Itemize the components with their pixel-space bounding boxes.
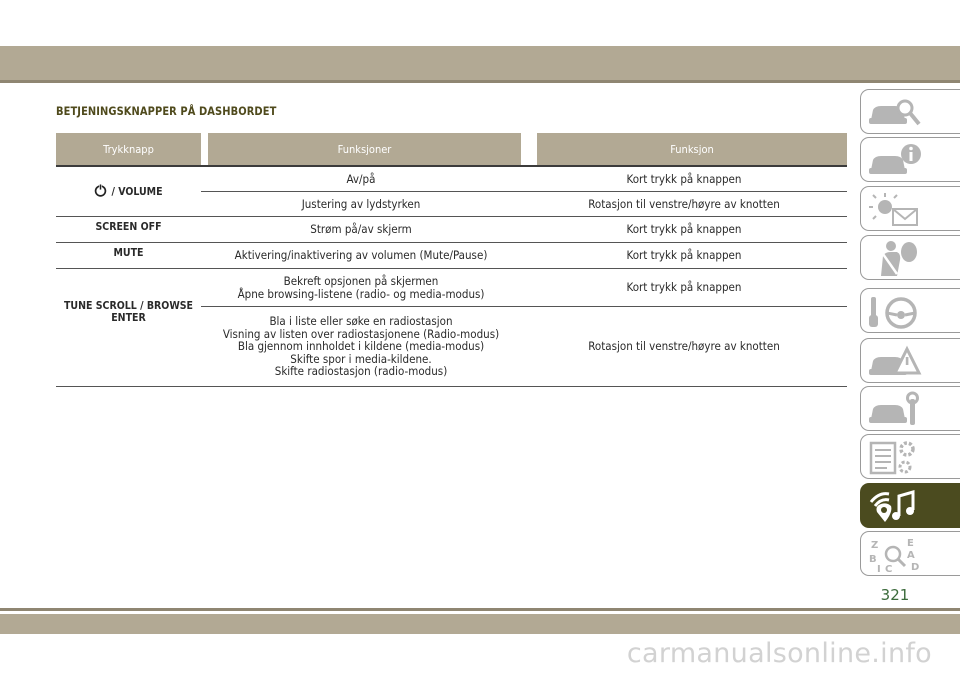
top-divider (0, 80, 960, 83)
table-row: SCREEN OFF Strøm på/av skjerm Kort trykk… (56, 216, 847, 243)
index-letter: D (911, 562, 919, 573)
volume-action-1: Kort trykk på knappen (521, 166, 847, 192)
volume-function-2: Justering av lydstyrken (201, 191, 521, 217)
sidebar-tab-service[interactable] (860, 386, 960, 431)
car-wrench-icon (869, 391, 919, 425)
mute-key: MUTE (56, 242, 201, 269)
sidebar-tab-car-search[interactable] (860, 89, 960, 134)
tune-function-2: Bla i liste eller søke en radiostasjon V… (201, 306, 521, 387)
warning-light-message-icon (869, 193, 918, 226)
tune-function-1: Bekreft opsjonen på skjermen Åpne browsi… (201, 268, 521, 307)
bottom-band (0, 614, 960, 634)
header-funksjon: Funksjon (537, 133, 847, 167)
tune-key-line1: TUNE SCROLL / BROWSE (63, 299, 194, 312)
table-row: TUNE SCROLL / BROWSE ENTER Bekreft opsjo… (56, 268, 847, 387)
tune-key-cell: TUNE SCROLL / BROWSE ENTER (56, 268, 201, 387)
car-search-icon (869, 99, 921, 126)
page-number: 321 (880, 586, 910, 604)
screen-off-key: SCREEN OFF (56, 216, 201, 243)
section-title: BETJENINGSKNAPPER PÅ DASHBORDET (56, 104, 277, 118)
seatbelt-airbag-icon (881, 241, 917, 276)
screen-off-action: Kort trykk på knappen (521, 216, 847, 243)
tune-function-2-line: Bla i liste eller søke en radiostasjon (269, 314, 453, 329)
header-trykknapp: Trykknapp (56, 133, 201, 167)
car-info-icon (869, 144, 921, 174)
index-letter: I (877, 564, 881, 574)
specifications-gear-icon (869, 441, 915, 475)
multimedia-icon (869, 490, 915, 522)
table-header-row: Trykknapp Funksjoner Funksjon (56, 133, 847, 167)
sidebar-tab-warning-lights[interactable] (860, 186, 960, 231)
bottom-divider (0, 608, 960, 611)
watermark: carmanualsonline.info (626, 638, 932, 669)
table-row: MUTE Aktivering/inaktivering av volumen … (56, 242, 847, 269)
sidebar-tab-specifications[interactable] (860, 434, 960, 479)
power-icon (95, 184, 107, 197)
controls-table: Trykknapp Funksjoner Funksjon / VOLUME A… (56, 133, 847, 387)
tune-function-1-line: Bekreft opsjonen på skjermen (283, 274, 439, 288)
volume-key-cell: / VOLUME (56, 166, 201, 217)
key-steering-wheel-icon (869, 297, 917, 329)
tune-function-2-line: Skifte radiostasjon (radio-modus) (274, 364, 448, 379)
index-letter: B (869, 554, 877, 565)
sidebar-tab-multimedia[interactable] (860, 483, 960, 528)
header-gap (201, 133, 208, 167)
mute-action: Kort trykk på knappen (521, 242, 847, 269)
screen-off-function: Strøm på/av skjerm (201, 216, 521, 243)
tune-action-1: Kort trykk på knappen (521, 268, 847, 307)
volume-key-label: / VOLUME (111, 186, 163, 198)
car-hazard-icon (869, 345, 922, 375)
top-band (0, 46, 960, 80)
sidebar-tab-emergency[interactable] (860, 338, 960, 383)
volume-function-1: Av/på (201, 166, 521, 192)
tune-function-1-line: Åpne browsing-listene (radio- og media-m… (237, 286, 485, 301)
mute-function: Aktivering/inaktivering av volumen (Mute… (201, 242, 521, 269)
index-letters-icon: Z E B A C I D (869, 538, 919, 574)
sidebar-tab-safety[interactable] (860, 235, 960, 280)
index-letter: A (907, 550, 915, 561)
index-letter: C (885, 564, 892, 574)
header-gap (521, 133, 537, 167)
sidebar-tab-starting-driving[interactable] (860, 288, 960, 333)
tune-action-2: Rotasjon til venstre/høyre av knotten (521, 306, 847, 387)
sidebar-tab-car-info[interactable] (860, 137, 960, 182)
index-letter: Z (871, 540, 878, 551)
tune-key-line2: ENTER (111, 312, 146, 324)
header-funksjoner: Funksjoner (208, 133, 521, 167)
sidebar-tab-index[interactable]: Z E B A C I D (860, 531, 960, 576)
volume-action-2: Rotasjon til venstre/høyre av knotten (521, 191, 847, 217)
index-letter: E (907, 538, 914, 549)
tune-function-2-line: Bla gjennom innholdet i kildene (media-m… (237, 339, 485, 354)
table-row: / VOLUME Av/på Kort trykk på knappen (56, 166, 847, 217)
